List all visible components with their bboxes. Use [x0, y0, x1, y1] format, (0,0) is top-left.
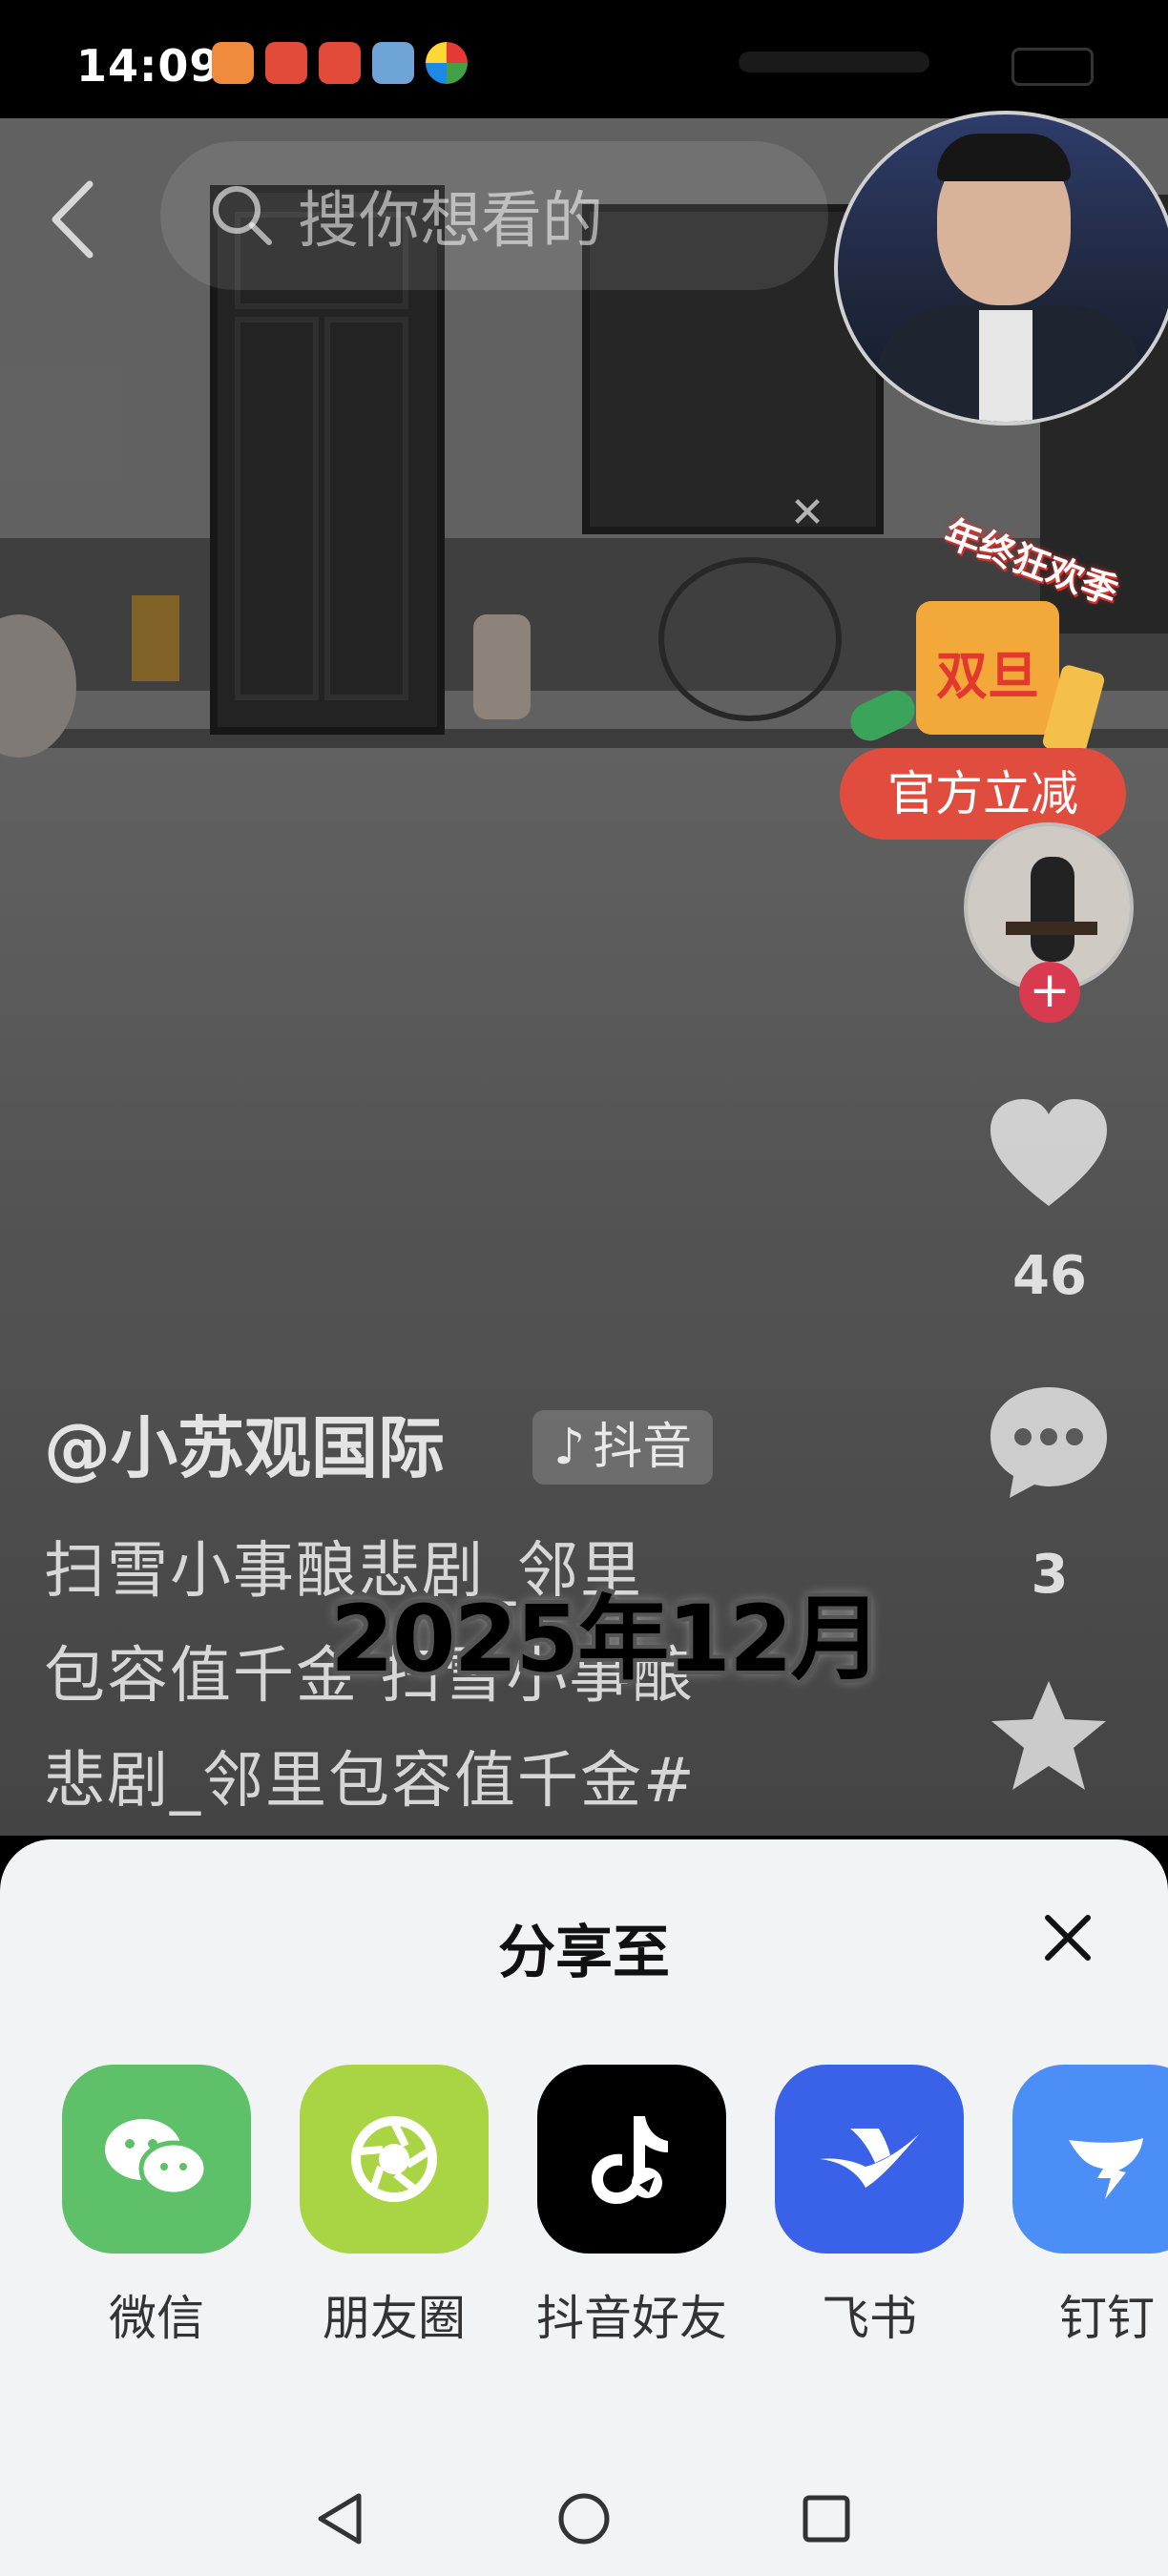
- share-target-wechat[interactable]: 微信: [61, 2065, 252, 2349]
- close-live-icon[interactable]: ✕: [782, 488, 832, 538]
- search-placeholder: 搜你想看的: [298, 186, 603, 257]
- like-heart-icon[interactable]: [985, 1093, 1113, 1217]
- nav-back-icon[interactable]: [313, 2490, 370, 2547]
- avatar-figure: [1031, 857, 1074, 962]
- like-count: 46: [1012, 1245, 1087, 1307]
- search-icon: [213, 186, 272, 245]
- shopping-bag-icon: 双旦: [916, 601, 1059, 735]
- live-host-shirt: [979, 310, 1032, 422]
- share-target-douyin-friends[interactable]: 抖音好友: [536, 2065, 727, 2349]
- promo-bag-text: 双旦: [936, 646, 1039, 706]
- share-target-label: 钉钉: [1059, 2291, 1155, 2346]
- comment-icon[interactable]: [985, 1380, 1113, 1504]
- favorite-star-icon[interactable]: [985, 1675, 1113, 1799]
- live-stream-bubble[interactable]: [834, 111, 1168, 426]
- status-time: 14:09: [76, 40, 221, 92]
- search-bar[interactable]: 搜你想看的: [160, 141, 828, 290]
- douyin-icon: [537, 2065, 726, 2254]
- heart-app-icon: [212, 42, 254, 84]
- promo-badge[interactable]: 年终狂欢季 双旦 官方立减: [840, 511, 1126, 840]
- share-target-label: 抖音好友: [536, 2291, 727, 2346]
- colorful-app-icon: [426, 42, 468, 84]
- status-indicators: [739, 52, 929, 73]
- share-target-feishu[interactable]: 飞书: [774, 2065, 965, 2349]
- status-bar: 14:09: [0, 0, 1168, 118]
- wechat-icon: [62, 2065, 251, 2254]
- caption-line: 悲剧_邻里包容值千金#: [44, 1746, 697, 1817]
- share-target-label: 朋友圈: [323, 2291, 466, 2346]
- comment-count: 3: [1031, 1544, 1069, 1606]
- share-target-dingtalk[interactable]: 钉钉: [1012, 2065, 1168, 2349]
- back-arrow-icon[interactable]: [40, 177, 107, 262]
- platform-badge: ♪ 抖音: [532, 1410, 714, 1485]
- moments-icon: [300, 2065, 489, 2254]
- game-app-icon: [372, 42, 414, 84]
- battery-icon: [1012, 48, 1094, 86]
- platform-badge-label: 抖音: [593, 1419, 693, 1476]
- live-host-hair: [937, 134, 1071, 181]
- author-handle[interactable]: @小苏观国际: [44, 1395, 445, 1491]
- red-app-icon: [319, 42, 361, 84]
- share-target-moments[interactable]: 朋友圈: [299, 2065, 490, 2349]
- nav-home-icon[interactable]: [555, 2490, 613, 2547]
- promo-pill: 官方立减: [840, 748, 1126, 840]
- red-app-icon: [265, 42, 307, 84]
- share-sheet-title: 分享至: [498, 1920, 670, 1986]
- avatar-chair: [1006, 922, 1097, 935]
- close-icon[interactable]: [1034, 1904, 1101, 1971]
- share-target-label: 飞书: [822, 2291, 917, 2346]
- video-overlay-date: 2025年12月: [330, 1586, 883, 1693]
- promo-decoration: [844, 684, 922, 747]
- follow-button[interactable]: +: [1019, 962, 1080, 1023]
- feishu-icon: [775, 2065, 964, 2254]
- douyin-logo-icon: ♪: [553, 1419, 586, 1476]
- share-target-label: 微信: [109, 2291, 204, 2346]
- nav-recents-icon[interactable]: [798, 2490, 855, 2547]
- dingtalk-icon: [1012, 2065, 1168, 2254]
